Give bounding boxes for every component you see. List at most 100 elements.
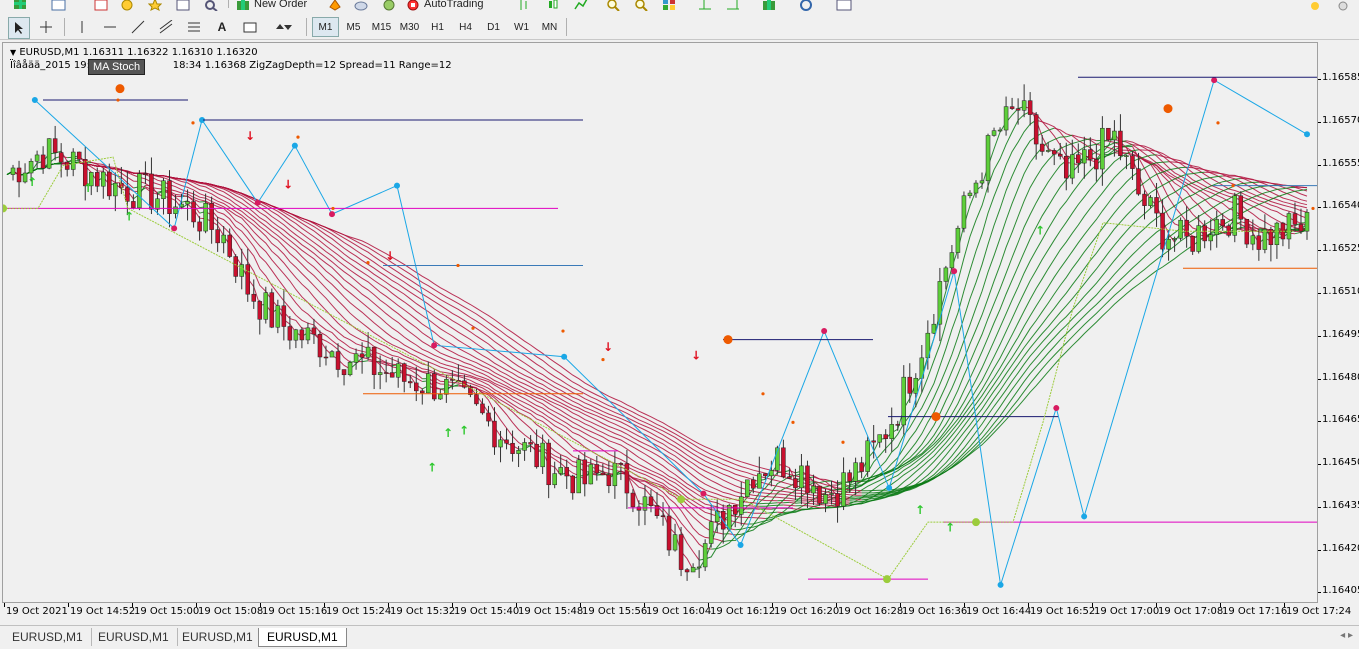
auto-trading-button[interactable]: AutoTrading: [406, 0, 502, 12]
timeframe-m15[interactable]: M15: [368, 17, 395, 37]
candle-body: [348, 362, 352, 374]
help-icon[interactable]: [1306, 0, 1324, 12]
zoom-in-icon[interactable]: [604, 0, 622, 12]
cloud-icon[interactable]: [352, 0, 370, 12]
candle-body: [1064, 156, 1068, 178]
timeframe-w1[interactable]: W1: [508, 17, 535, 37]
tab-chart-3[interactable]: EURUSD,M1: [174, 628, 262, 646]
candle-body: [1167, 239, 1171, 249]
trailing-stop-dot: [1311, 207, 1314, 210]
market-watch-icon[interactable]: [92, 0, 110, 12]
bar-chart-icon[interactable]: [516, 0, 534, 12]
vertical-line-icon[interactable]: [72, 17, 92, 37]
candle-body: [733, 505, 737, 514]
terminal-icon[interactable]: [174, 0, 192, 12]
line-chart-icon[interactable]: [572, 0, 590, 12]
price-chart[interactable]: ↑↑↑↑↑↑↑↑↑↓↓↓↓↓: [3, 43, 1317, 602]
candle-body: [709, 522, 713, 544]
candle-body: [769, 470, 773, 475]
candle-body: [1185, 220, 1189, 236]
buy-arrow: ↑: [27, 175, 37, 189]
candle-body: [360, 354, 364, 357]
collapse-icon[interactable]: ▼: [10, 48, 16, 57]
price-label: 1.16570: [1322, 115, 1359, 126]
channel-icon[interactable]: [156, 17, 176, 37]
navigator-icon[interactable]: [118, 0, 136, 12]
indicators-icon[interactable]: [758, 0, 782, 12]
chart-area[interactable]: ↑↑↑↑↑↑↑↑↑↓↓↓↓↓ ▼ EURUSD,M1 1.16311 1.163…: [2, 42, 1318, 603]
timeframe-mn[interactable]: MN: [536, 17, 563, 37]
timeframe-m5[interactable]: M5: [340, 17, 367, 37]
price-tick: [1318, 293, 1321, 294]
candle-body: [998, 130, 1002, 131]
candle-body: [703, 543, 707, 566]
candle-body: [517, 450, 521, 453]
time-tick: [900, 603, 901, 607]
candle-body: [95, 172, 99, 186]
ma-ribbon-line: [783, 505, 795, 506]
candle-body: [1179, 220, 1183, 238]
text-label-icon[interactable]: [240, 17, 260, 37]
profiles-icon[interactable]: [44, 0, 74, 12]
tab-chart-1[interactable]: EURUSD,M1: [4, 628, 92, 646]
candlestick-icon[interactable]: [544, 0, 562, 12]
timeframe-m30[interactable]: M30: [396, 17, 423, 37]
time-label: 19 Oct 16:28: [838, 606, 903, 617]
time-label: 19 Oct 16:44: [966, 606, 1031, 617]
candle-body: [805, 466, 809, 493]
timeframe-d1[interactable]: D1: [480, 17, 507, 37]
ma-ribbon-line: [783, 501, 795, 502]
new-chart-icon[interactable]: [6, 0, 36, 12]
price-label: 1.16435: [1322, 500, 1359, 511]
crosshair-icon[interactable]: [36, 17, 56, 37]
fibonacci-icon[interactable]: [184, 17, 204, 37]
timeframe-m1[interactable]: M1: [312, 17, 339, 37]
zigzag-point: [255, 200, 261, 206]
toolbar-row-top: New Order AutoTrading: [0, 0, 1359, 12]
arrows-tool-icon[interactable]: [268, 17, 298, 37]
meta-editor-icon[interactable]: [326, 0, 344, 12]
candle-body: [866, 441, 870, 472]
candle-body: [992, 131, 996, 136]
signals-icon[interactable]: [380, 0, 398, 12]
zoom-out-icon[interactable]: [632, 0, 650, 12]
chart-shift-icon[interactable]: [696, 0, 714, 12]
sell-arrow: ↓: [385, 249, 395, 263]
tab-scroll-arrows[interactable]: ◂ ▸: [1340, 630, 1353, 641]
tile-windows-icon[interactable]: [660, 0, 678, 12]
candle-body: [420, 391, 424, 393]
ma-ribbon-line: [164, 176, 766, 519]
zigzag-point: [171, 225, 177, 231]
candle-body: [908, 377, 912, 393]
candle-body: [1215, 219, 1219, 234]
price-label: 1.16465: [1322, 414, 1359, 425]
candle-body: [1239, 196, 1243, 219]
toolbar-row-bottom: A M1 M5 M15 M30 H1 H4 D1 W1 MN: [0, 15, 1359, 39]
trendline-icon[interactable]: [128, 17, 148, 37]
candle-body: [625, 464, 629, 494]
templates-icon[interactable]: [830, 0, 860, 12]
periods-icon[interactable]: [792, 0, 822, 12]
autoscroll-icon[interactable]: [724, 0, 742, 12]
candle-body: [1155, 197, 1159, 213]
candle-body: [107, 172, 111, 196]
candle-body: [210, 203, 214, 229]
tester-icon[interactable]: [202, 0, 220, 12]
favorites-icon[interactable]: [146, 0, 164, 12]
new-order-button[interactable]: New Order: [236, 0, 320, 12]
candle-body: [408, 382, 412, 383]
time-tick: [708, 603, 709, 607]
cursor-icon[interactable]: [8, 17, 30, 39]
price-label: 1.16480: [1322, 372, 1359, 383]
timeframe-h1[interactable]: H1: [424, 17, 451, 37]
horizontal-line-icon[interactable]: [100, 17, 120, 37]
price-tick: [1318, 507, 1321, 508]
price-label: 1.16450: [1322, 457, 1359, 468]
tab-chart-4[interactable]: EURUSD,M1: [258, 628, 347, 647]
search-icon[interactable]: [1334, 0, 1352, 12]
tab-chart-2[interactable]: EURUSD,M1: [90, 628, 178, 646]
candle-body: [547, 443, 551, 485]
candle-body: [1221, 219, 1225, 225]
text-tool-icon[interactable]: A: [212, 17, 232, 37]
timeframe-h4[interactable]: H4: [452, 17, 479, 37]
